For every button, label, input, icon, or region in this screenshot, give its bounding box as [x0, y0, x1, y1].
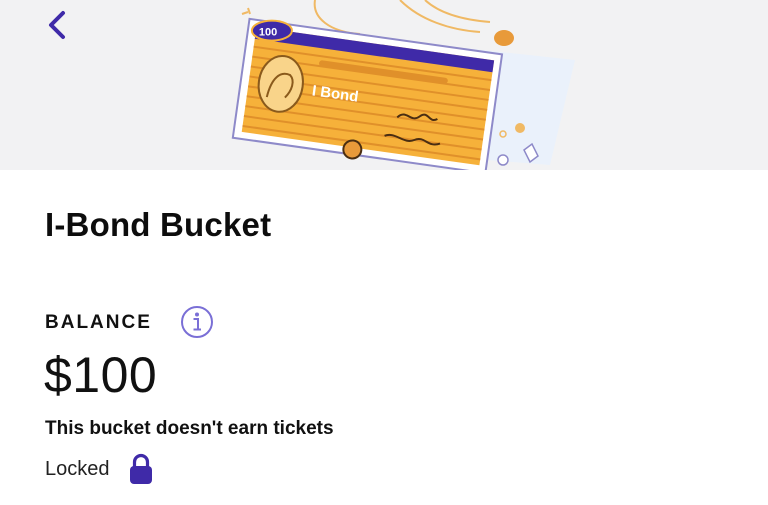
page-title: I-Bond Bucket [45, 206, 272, 243]
chevron-left-icon [49, 11, 65, 39]
info-button[interactable] [180, 305, 214, 339]
back-button[interactable] [40, 8, 74, 42]
svg-text:100: 100 [259, 27, 277, 39]
lock-icon [129, 453, 152, 484]
header-illustration-area: I Bond 100 [0, 0, 768, 170]
tickets-note: This bucket doesn't earn tickets [45, 418, 334, 439]
bond-illustration: I Bond 100 [231, 0, 575, 170]
status-text: Locked [45, 457, 110, 480]
balance-label: BALANCE [45, 312, 152, 333]
balance-amount: $100 [44, 347, 158, 403]
info-icon [181, 306, 213, 338]
status-row: Locked [45, 453, 154, 485]
